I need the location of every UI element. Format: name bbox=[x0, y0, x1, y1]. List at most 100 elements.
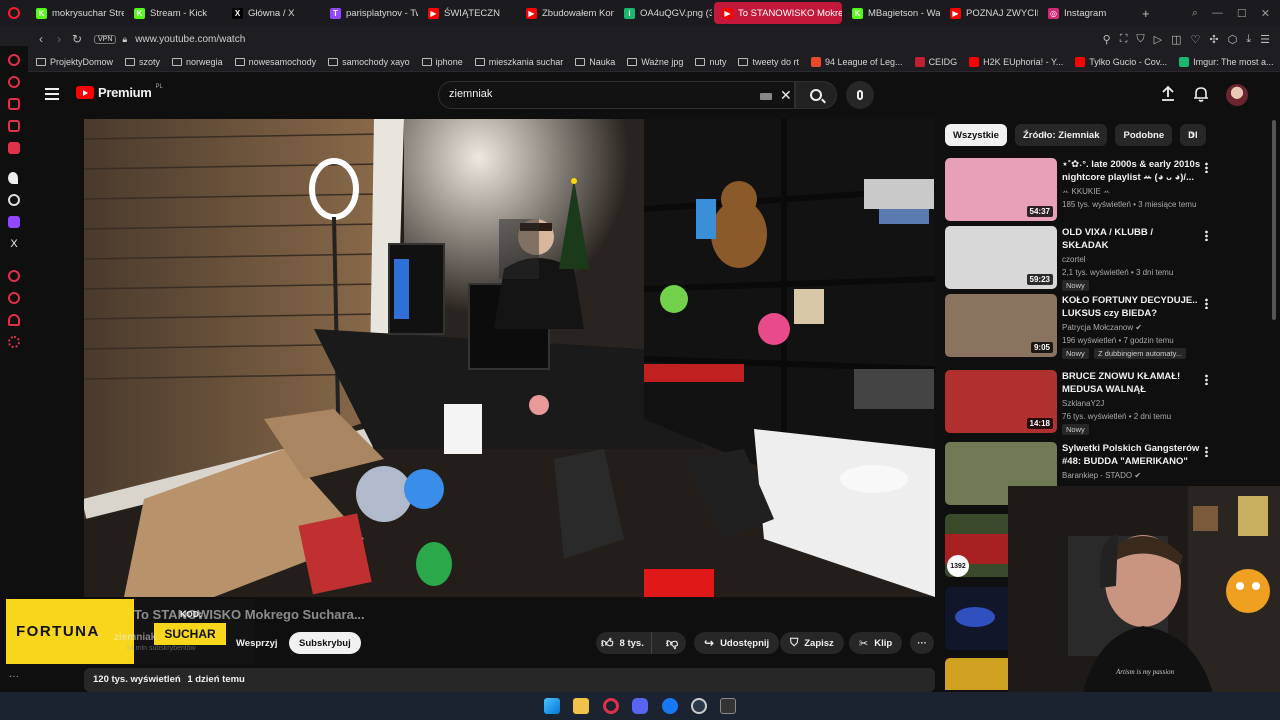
support-button[interactable]: Wesprzyj bbox=[226, 632, 288, 654]
notifications-icon[interactable] bbox=[1192, 85, 1210, 103]
bookmark-item[interactable]: szoty bbox=[125, 57, 160, 67]
browser-tab[interactable]: i OA4uQGV.png (3 bbox=[616, 2, 712, 24]
browser-tab[interactable]: X Główna / X bbox=[224, 2, 320, 24]
recommendation-channel[interactable]: Patrycja Mołczanow ✔ bbox=[1062, 322, 1142, 334]
upload-icon[interactable] bbox=[1159, 85, 1177, 103]
voice-search-button[interactable] bbox=[846, 81, 874, 109]
video-description-box[interactable]: 120 tys. wyświetleń 1 dzień temu bbox=[84, 668, 935, 692]
clip-button[interactable]: ✂ Klip bbox=[849, 632, 903, 654]
recommendations-scrollbar[interactable] bbox=[1272, 120, 1276, 320]
bookmark-item[interactable]: mieszkania suchar bbox=[474, 57, 563, 67]
snapshot-icon[interactable]: ⛶ bbox=[1120, 33, 1128, 46]
bookmark-item[interactable]: Ważne jpg bbox=[627, 57, 683, 67]
partial-thumbnail-2[interactable] bbox=[945, 587, 1008, 650]
vpn-badge[interactable]: VPN bbox=[94, 34, 117, 44]
sidebar-x-icon[interactable]: X bbox=[8, 238, 20, 250]
partial-thumbnail-3[interactable] bbox=[945, 658, 1008, 690]
more-options-icon[interactable] bbox=[1205, 230, 1208, 241]
browser-tab[interactable]: ▶ POZNAJ ZWYCIĘ bbox=[942, 2, 1038, 24]
cube-icon[interactable]: ⬡ bbox=[1228, 33, 1238, 46]
more-options-icon[interactable] bbox=[1205, 446, 1208, 457]
forward-icon[interactable]: › bbox=[50, 32, 68, 46]
browser-tab[interactable]: K MBagietson - Wa bbox=[844, 2, 940, 24]
sidebar-more-icon[interactable]: ··· bbox=[8, 672, 20, 684]
browser-tab[interactable]: ▶ Zbudowałem Kom bbox=[518, 2, 614, 24]
more-actions-button[interactable]: ··· bbox=[910, 632, 934, 654]
dislike-button[interactable]: 👎︎ bbox=[658, 636, 686, 651]
sidebar-tv-icon[interactable] bbox=[8, 142, 20, 154]
browser-tab[interactable]: ▶ ŚWIĄTECZN bbox=[420, 2, 516, 24]
bookmark-item[interactable]: ProjektyDomow bbox=[36, 57, 113, 67]
recommendation-channel[interactable]: ꕀ KKUKIE ꕀ bbox=[1062, 186, 1110, 198]
video-player[interactable] bbox=[84, 119, 935, 597]
search-tabs-icon[interactable]: ⌕ bbox=[1192, 7, 1198, 20]
sidebar-chatgpt-icon[interactable] bbox=[8, 194, 20, 206]
clear-search-icon[interactable]: ✕ bbox=[780, 87, 792, 104]
more-options-icon[interactable] bbox=[1205, 162, 1208, 173]
wallet-icon[interactable]: ◫ bbox=[1171, 33, 1181, 46]
recommendation-title[interactable]: Sylwetki Polskich Gangsterów #48: BUDDA … bbox=[1062, 442, 1202, 468]
settings-icon[interactable]: ☰ bbox=[1260, 33, 1270, 46]
browser-tab[interactable]: Kmokrysuchar Strea bbox=[28, 2, 124, 24]
discord-icon[interactable] bbox=[632, 698, 648, 714]
chips-next-icon[interactable]: › bbox=[1190, 126, 1195, 142]
partial-thumbnail-1[interactable]: 1392 bbox=[945, 514, 1008, 577]
sidebar-aria-icon[interactable] bbox=[8, 54, 20, 66]
extensions-icon[interactable]: ✣ bbox=[1209, 33, 1218, 46]
sidebar-messenger-icon[interactable] bbox=[8, 120, 20, 132]
browser-tab[interactable]: ◎ Instagram bbox=[1040, 2, 1136, 24]
new-tab-button[interactable]: + bbox=[1142, 6, 1150, 21]
sidebar-history-icon[interactable] bbox=[8, 76, 20, 88]
bookmark-item[interactable]: nuty bbox=[695, 57, 726, 67]
facebook-icon[interactable] bbox=[662, 698, 678, 714]
bookmark-item[interactable]: CEIDG bbox=[914, 56, 957, 67]
maximize-icon[interactable]: ☐ bbox=[1237, 7, 1247, 20]
reload-icon[interactable]: ↻ bbox=[68, 32, 86, 46]
back-icon[interactable]: ‹ bbox=[32, 32, 50, 46]
youtube-logo[interactable]: Premium PL bbox=[76, 84, 163, 100]
sidebar-twitch-icon[interactable] bbox=[8, 216, 20, 228]
share-button[interactable]: ↪ Udostępnij bbox=[694, 632, 780, 654]
sidebar-add-icon[interactable] bbox=[8, 270, 20, 282]
url-field[interactable]: www.youtube.com/watch bbox=[135, 34, 245, 45]
windows-start-icon[interactable] bbox=[544, 698, 560, 714]
bookmark-item[interactable]: nowesamochody bbox=[234, 57, 316, 67]
filter-chip[interactable]: Źródło: Ziemniak bbox=[1014, 124, 1108, 146]
more-options-icon[interactable] bbox=[1205, 298, 1208, 309]
sidebar-bell-icon[interactable] bbox=[8, 314, 20, 326]
recommendation-thumbnail[interactable]: 14:18 bbox=[945, 370, 1057, 433]
keyboard-icon[interactable] bbox=[760, 93, 772, 100]
recommendation-thumbnail[interactable]: 9:05 bbox=[945, 294, 1057, 357]
recommendation-channel[interactable]: czortel bbox=[1062, 254, 1086, 266]
browser-tab[interactable]: K Stream - Kick bbox=[126, 2, 222, 24]
lock-icon[interactable]: 🔒︎ bbox=[122, 34, 127, 45]
steam-icon[interactable] bbox=[691, 698, 707, 714]
heart-icon[interactable]: ♡ bbox=[1191, 33, 1201, 46]
shield-icon[interactable]: ⛉ bbox=[1136, 33, 1144, 46]
bookmark-item[interactable]: iphone bbox=[421, 57, 463, 67]
recommendation-title[interactable]: OLD VIXA / KLUBB / SKŁADAK bbox=[1062, 226, 1202, 252]
channel-name[interactable]: ziemniak bbox=[114, 632, 156, 643]
filter-chip[interactable]: Podobne bbox=[1115, 124, 1173, 146]
recommendation-thumbnail[interactable]: 54:37 bbox=[945, 158, 1057, 221]
recommendation-item[interactable]: 59:23 OLD VIXA / KLUBB / SKŁADAK czortel 2,… bbox=[945, 226, 1210, 291]
search-input[interactable] bbox=[449, 88, 749, 100]
bookmark-item[interactable]: samochody xayo bbox=[328, 57, 410, 67]
close-window-icon[interactable]: ✕ bbox=[1261, 7, 1270, 20]
account-avatar[interactable] bbox=[1226, 84, 1248, 106]
bookmark-item[interactable]: Imgur: The most a... bbox=[1179, 56, 1274, 67]
bookmark-item[interactable]: tweety do rt bbox=[738, 57, 799, 67]
recommendation-title[interactable]: ⋆˚✿˖°. late 2000s & early 2010s nightcor… bbox=[1062, 158, 1202, 184]
bookmark-item[interactable]: norwegia bbox=[172, 57, 223, 67]
search-button[interactable] bbox=[795, 81, 837, 109]
like-button[interactable]: 👍︎ 8 tys. bbox=[596, 632, 653, 654]
bookmark-item[interactable]: Tylko Gucio - Cov... bbox=[1075, 56, 1167, 67]
save-button[interactable]: ⛉ Zapisz bbox=[780, 632, 844, 654]
sidebar-tiktok-icon[interactable] bbox=[8, 172, 18, 184]
recommendation-item[interactable]: 9:05 KOŁO FORTUNY DECYDUJE.. LUKSUS czy B… bbox=[945, 294, 1210, 359]
bookmark-item[interactable]: Nauka bbox=[575, 57, 615, 67]
bookmark-item[interactable]: 94 League of Leg... bbox=[810, 56, 903, 67]
recommendation-item[interactable]: 14:18 BRUCE ZNOWU KŁAMAŁ! MEDUSA WALNĄŁ P… bbox=[945, 370, 1210, 435]
recommendation-channel[interactable]: SzklanaY2J bbox=[1062, 398, 1104, 410]
browser-tab[interactable]: Tparisplatynov - Tw bbox=[322, 2, 418, 24]
